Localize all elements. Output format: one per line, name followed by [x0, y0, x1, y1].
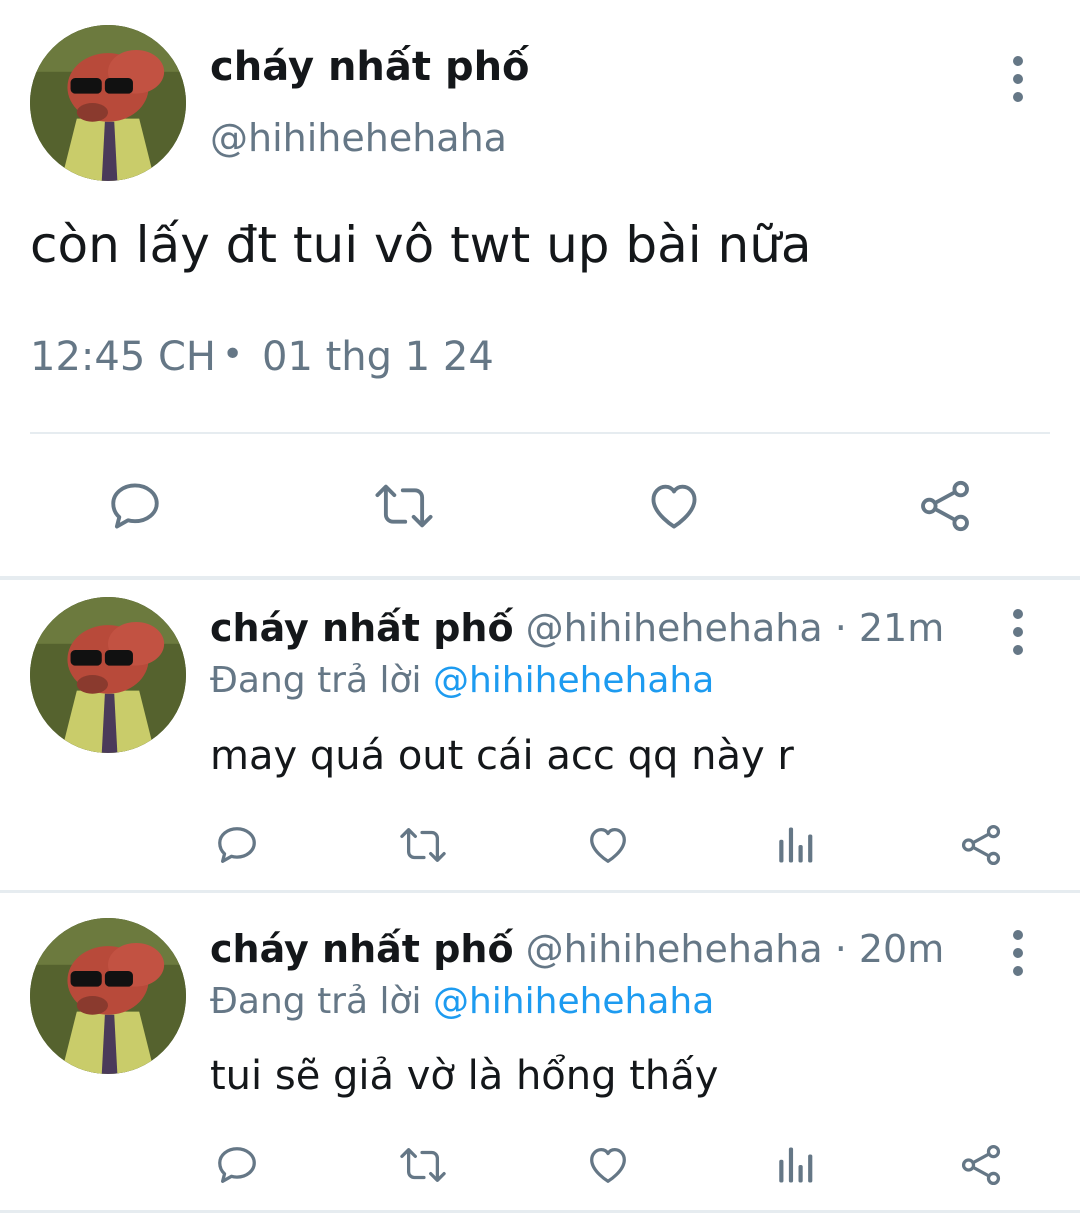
replying-to-link[interactable]: @hihihehehaha — [433, 981, 714, 1022]
tweet-age: · 21m — [834, 606, 945, 650]
share-icon[interactable] — [958, 822, 1004, 868]
more-options-icon[interactable] — [1003, 56, 1033, 102]
reply-icon[interactable] — [214, 822, 260, 868]
display-name[interactable]: cháy nhất phố — [210, 927, 514, 971]
replying-to: Đang trả lời @hihihehehaha — [210, 660, 714, 701]
handle[interactable]: @hihihehehaha — [526, 927, 823, 971]
avatar-image — [30, 597, 186, 753]
reply-header: cháy nhất phố @hihihehehaha · 20m — [210, 927, 944, 971]
reply-header: cháy nhất phố @hihihehehaha · 21m — [210, 606, 944, 650]
tweet-time: 12:45 CH — [30, 334, 216, 380]
retweet-icon[interactable] — [398, 1142, 448, 1188]
avatar-image — [30, 25, 186, 181]
reply-icon[interactable] — [214, 1142, 260, 1188]
tweet-age: · 20m — [834, 927, 945, 971]
display-name[interactable]: cháy nhất phố — [210, 44, 530, 90]
like-icon[interactable] — [585, 1142, 631, 1188]
avatar[interactable] — [30, 918, 186, 1074]
like-icon[interactable] — [585, 822, 631, 868]
retweet-icon[interactable] — [398, 822, 448, 868]
section-divider — [0, 890, 1080, 893]
retweet-icon[interactable] — [372, 477, 436, 535]
share-icon[interactable] — [916, 477, 974, 535]
handle[interactable]: @hihihehehaha — [526, 606, 823, 650]
avatar[interactable] — [30, 597, 186, 753]
avatar-image — [30, 918, 186, 1074]
analytics-icon[interactable] — [774, 1144, 816, 1186]
like-icon[interactable] — [645, 477, 703, 535]
display-name[interactable]: cháy nhất phố — [210, 606, 514, 650]
replying-to-label: Đang trả lời — [210, 981, 422, 1022]
replying-to: Đang trả lời @hihihehehaha — [210, 981, 714, 1022]
more-options-icon[interactable] — [1003, 930, 1033, 976]
share-icon[interactable] — [958, 1142, 1004, 1188]
meta-separator: • — [222, 334, 244, 375]
handle[interactable]: @hihihehehaha — [210, 116, 507, 160]
analytics-icon[interactable] — [774, 824, 816, 866]
replying-to-link[interactable]: @hihihehehaha — [433, 660, 714, 701]
section-divider — [0, 1210, 1080, 1213]
reply-text: tui sẽ giả vờ là hổng thấy — [210, 1053, 719, 1099]
reply-icon[interactable] — [106, 477, 164, 535]
section-divider — [0, 576, 1080, 580]
more-options-icon[interactable] — [1003, 609, 1033, 655]
avatar[interactable] — [30, 25, 186, 181]
tweet-text: còn lấy đt tui vô twt up bài nữa — [30, 216, 812, 274]
tweet-date[interactable]: 01 thg 1 24 — [262, 334, 494, 380]
replying-to-label: Đang trả lời — [210, 660, 422, 701]
reply-text: may quá out cái acc qq này r — [210, 733, 794, 779]
divider — [30, 432, 1050, 434]
